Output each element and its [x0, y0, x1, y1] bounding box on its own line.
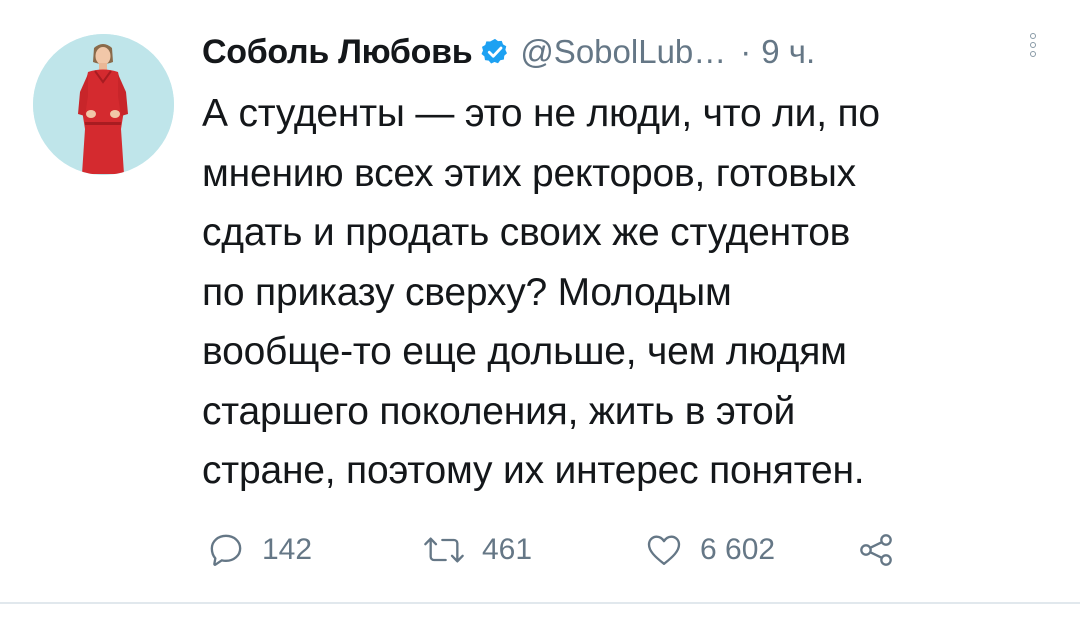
- tweet-text-line: стране, поэтому их интерес понятен.: [202, 449, 865, 492]
- tweet-text-line: А студенты — это не люди, что ли, по: [202, 92, 880, 135]
- author-display-name[interactable]: Соболь Любовь: [202, 33, 473, 72]
- meta-separator: ·: [740, 33, 752, 70]
- vertical-ellipsis-icon[interactable]: [1028, 33, 1038, 67]
- share-button[interactable]: [856, 528, 896, 572]
- like-count: 6 602: [700, 533, 776, 566]
- tweet-header: Соболь Любовь @SobolLub… · 9 ч.: [202, 22, 1052, 82]
- tweet-text-line: мнению всех этих ректоров, готовых: [202, 151, 856, 195]
- author-handle[interactable]: @SobolLub…: [520, 33, 726, 71]
- verified-badge-icon: [480, 37, 510, 67]
- tweet-text-line: старшего поколения, жить в этой: [202, 389, 796, 433]
- tweet-text-line: по приказу сверху? Молодым: [202, 270, 732, 314]
- tweet-divider: [0, 602, 1080, 604]
- tweet[interactable]: Соболь Любовь @SobolLub… · 9 ч. А студен…: [0, 0, 1080, 602]
- retweet-button[interactable]: 461: [422, 528, 532, 572]
- tweet-text-line: сдать и продать своих же студентов: [202, 211, 851, 254]
- reply-count: 142: [262, 533, 313, 566]
- reply-icon: [206, 530, 246, 570]
- like-button[interactable]: 6 602: [644, 528, 775, 572]
- retweet-count: 461: [482, 533, 533, 566]
- avatar[interactable]: [33, 34, 174, 175]
- retweet-icon: [422, 530, 466, 570]
- tweet-actions: 142 461 6 602: [202, 528, 962, 572]
- tweet-text-line: вообще-то еще дольше, чем людям: [202, 330, 847, 373]
- tweet-timestamp[interactable]: 9 ч.: [761, 33, 815, 71]
- tweet-text: А студенты — это не люди, что ли, по мне…: [202, 84, 1022, 501]
- avatar-image: [33, 34, 174, 175]
- share-icon: [856, 530, 896, 570]
- reply-button[interactable]: 142: [206, 528, 312, 572]
- heart-icon: [644, 530, 684, 570]
